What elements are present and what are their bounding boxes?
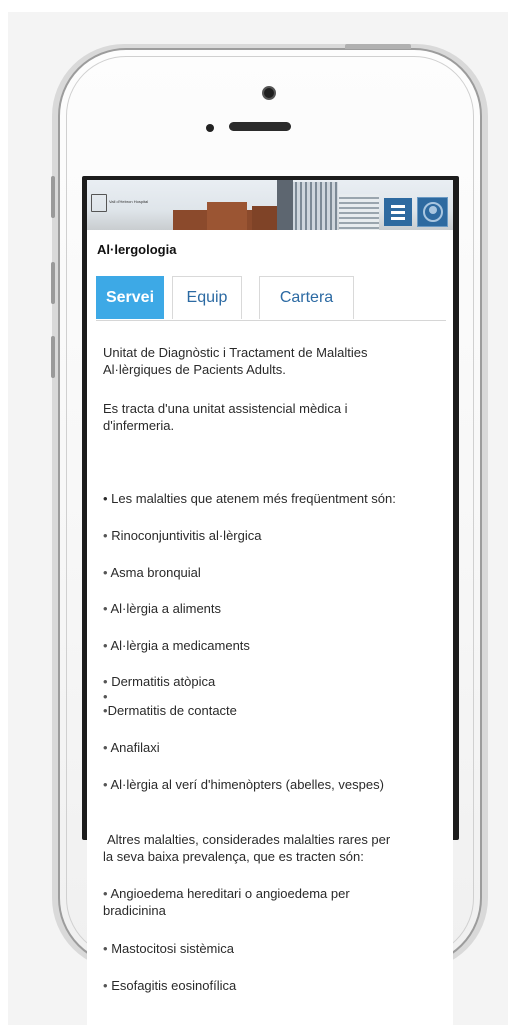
tab-bar: Servei Equip Cartera [96, 276, 446, 321]
list-item: • Al·lèrgia a aliments [103, 600, 221, 617]
tab-equip[interactable]: Equip [172, 276, 242, 319]
bullet-icon: • [103, 565, 108, 580]
hamburger-icon [391, 210, 405, 214]
common-diseases-heading: • Les malalties que atenem més freqüentm… [103, 491, 396, 506]
bullet-icon: • [103, 777, 108, 792]
list-item: • Asma bronquial [103, 564, 201, 581]
bullet-icon: • [103, 638, 108, 653]
list-item: • Al·lèrgia al verí d'himenòpters (abell… [103, 776, 384, 793]
bullet-icon: • [103, 601, 108, 616]
page-title: Al·lergologia [97, 242, 177, 257]
hospital-logo-text: Vall d'Hebron Hospital [109, 199, 149, 204]
proximity-sensor [206, 124, 214, 132]
list-item: • Angioedema hereditari o angioedema per [103, 885, 350, 902]
header-banner: Vall d'Hebron Hospital [87, 180, 453, 230]
list-item-text: Rinoconjuntivitis al·lèrgica [111, 528, 262, 543]
list-item-text: Angioedema hereditari o angioedema per [110, 886, 350, 901]
bullet-icon: • [103, 674, 108, 689]
power-button [345, 44, 411, 49]
banner-building [277, 180, 293, 230]
hamburger-icon [391, 204, 405, 208]
list-item: • Dermatitis atòpica [103, 673, 215, 690]
bullet-icon: • [103, 740, 108, 755]
description-text: Es tracta d'una unitat assistencial mèdi… [103, 401, 348, 416]
volume-up-button [51, 262, 55, 304]
list-item-text: Esofagitis eosinofílica [111, 978, 237, 993]
banner-building [339, 194, 379, 230]
description-text: d'infermeria. [103, 418, 175, 433]
intro-text: Al·lèrgiques de Pacients Adults. [103, 362, 286, 377]
bullet-icon: • [103, 886, 108, 901]
list-item: •Dermatitis de contacte [103, 702, 237, 719]
list-item-text: Al·lèrgia a medicaments [110, 638, 250, 653]
banner-building [207, 202, 247, 230]
earpiece-speaker [229, 122, 291, 131]
mobile-webpage: Vall d'Hebron Hospital Al·lergologia Ser… [87, 180, 453, 1025]
tab-servei[interactable]: Servei [96, 276, 164, 319]
rare-diseases-heading: la seva baixa prevalença, que es tracten… [103, 849, 364, 864]
list-item: • Al·lèrgia a medicaments [103, 637, 250, 654]
user-button[interactable] [417, 197, 448, 227]
bullet-icon: • [103, 528, 108, 543]
list-item-text: Dermatitis de contacte [107, 703, 237, 718]
list-item-continuation: bradicinina [103, 903, 166, 918]
list-item: • Rinoconjuntivitis al·lèrgica [103, 527, 261, 544]
menu-button[interactable] [384, 198, 412, 226]
list-item-text: Al·lèrgia al verí d'himenòpters (abelles… [110, 777, 384, 792]
list-item-text: Asma bronquial [110, 565, 201, 580]
bullet-icon: • [103, 978, 108, 993]
tab-cartera[interactable]: Cartera [259, 276, 354, 319]
list-item: • Mastocitosi sistèmica [103, 940, 234, 957]
banner-building [292, 182, 338, 230]
user-icon [422, 202, 443, 222]
list-item-text: Al·lèrgia a aliments [110, 601, 222, 616]
list-item-text: Mastocitosi sistèmica [111, 941, 234, 956]
hamburger-icon [391, 216, 405, 220]
list-item: • Anafilaxi [103, 739, 160, 756]
bullet-icon: • [103, 941, 108, 956]
list-item-text: Dermatitis atòpica [111, 674, 216, 689]
camera-icon [262, 86, 276, 100]
volume-down-button [51, 336, 55, 378]
hospital-logo-icon [91, 194, 107, 212]
intro-text: Unitat de Diagnòstic i Tractament de Mal… [103, 345, 368, 360]
mute-switch [51, 176, 55, 218]
list-item-text: Anafilaxi [110, 740, 160, 755]
rare-diseases-heading: Altres malalties, considerades malalties… [107, 832, 391, 847]
list-item: • Esofagitis eosinofílica [103, 977, 236, 994]
